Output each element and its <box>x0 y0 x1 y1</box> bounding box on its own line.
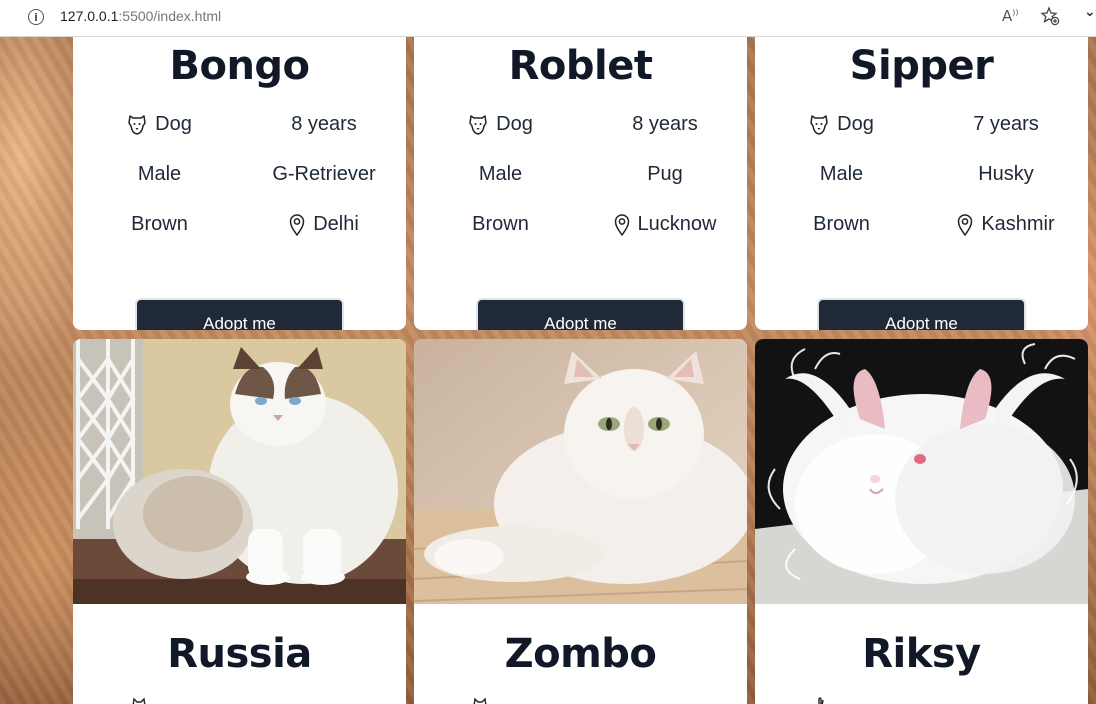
location-label: Lucknow <box>637 213 717 235</box>
pet-photo-white-persian-cat <box>414 339 747 604</box>
pet-species: Dog <box>755 113 928 136</box>
pet-card: Russia <box>73 339 406 704</box>
location-pin-icon <box>958 213 973 236</box>
pet-breed: Husky <box>978 163 1034 185</box>
pet-name: Sipper <box>849 43 994 89</box>
pet-name: Roblet <box>508 43 653 89</box>
pet-breed: G-Retriever <box>272 163 376 185</box>
pet-gender: Male <box>478 163 523 185</box>
location-label: Delhi <box>313 213 359 235</box>
rabbit-icon <box>818 697 824 704</box>
pet-card: Bongo Dog 8 years Male G-Retriever Brown… <box>73 37 406 330</box>
menu-chevron-icon[interactable]: ⌄ <box>1084 4 1096 20</box>
pet-color: Brown <box>813 213 870 235</box>
pet-breed: Pug <box>647 163 683 185</box>
pet-photo-ragdoll-cat <box>73 339 406 604</box>
url-host: 127.0.0.1 <box>60 8 119 24</box>
pet-species: Dog <box>73 113 246 136</box>
species-label: Dog <box>837 113 874 135</box>
pet-location: Lucknow <box>580 213 747 236</box>
pet-card: Riksy <box>755 339 1088 704</box>
pet-name: Bongo <box>169 43 310 89</box>
species-label: Dog <box>155 113 192 135</box>
pet-card: Roblet Dog 8 years Male Pug Brown Luckno… <box>414 37 747 330</box>
pet-age: 8 years <box>291 113 357 135</box>
page-background: Bongo Dog 8 years Male G-Retriever Brown… <box>0 37 1096 704</box>
browser-address-bar: i 127.0.0.1:5500/index.html A)) ⌄ <box>0 0 1096 37</box>
pet-age: 8 years <box>632 113 698 135</box>
pet-name: Riksy <box>862 631 981 677</box>
pet-color: Brown <box>472 213 529 235</box>
favorite-star-icon[interactable] <box>1040 6 1060 26</box>
pet-species: Dog <box>414 113 587 136</box>
info-icon[interactable]: i <box>28 9 44 25</box>
adopt-me-button[interactable]: Adopt me <box>476 298 685 330</box>
pet-name: Zombo <box>504 631 657 677</box>
pet-card: Sipper Dog 7 years Male Husky Brown Kash… <box>755 37 1088 330</box>
pet-gender: Male <box>819 163 864 185</box>
url-field[interactable]: 127.0.0.1:5500/index.html <box>60 8 221 24</box>
pet-color: Brown <box>131 213 188 235</box>
species-label: Dog <box>496 113 533 135</box>
dog-icon <box>469 114 487 135</box>
dog-icon <box>810 114 828 135</box>
url-path: :5500/index.html <box>118 8 222 24</box>
pet-gender: Male <box>137 163 182 185</box>
cat-icon <box>132 697 146 704</box>
adopt-me-button[interactable]: Adopt me <box>817 298 1026 330</box>
cat-icon <box>473 697 487 704</box>
pet-photo-white-angora-rabbit <box>755 339 1088 604</box>
location-pin-icon <box>614 213 629 236</box>
location-pin-icon <box>289 213 305 236</box>
read-aloud-icon[interactable]: A)) <box>1002 7 1019 25</box>
location-label: Kashmir <box>981 213 1055 235</box>
pet-location: Kashmir <box>921 213 1088 236</box>
pet-name: Russia <box>167 631 312 677</box>
pet-age: 7 years <box>973 113 1039 135</box>
pet-card: Zombo <box>414 339 747 704</box>
adopt-me-button[interactable]: Adopt me <box>135 298 344 330</box>
pet-location: Delhi <box>239 213 406 236</box>
dog-icon <box>128 114 146 135</box>
